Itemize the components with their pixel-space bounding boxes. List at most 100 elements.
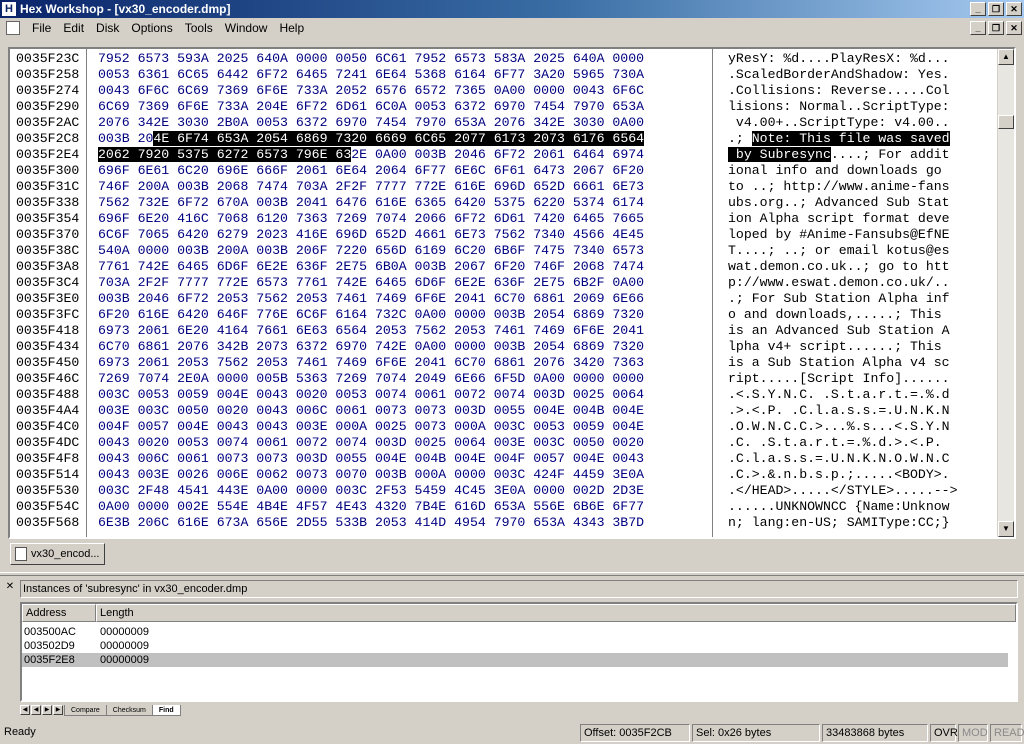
hex-row[interactable]: 0035F46C 7269 7074 2E0A 0000 005B 5363 72… [16,371,996,387]
row-hex-bytes[interactable]: 7562 732E 6F72 670A 003B 2041 6476 616E … [98,195,644,211]
hex-row[interactable]: 0035F2E4 2062 7920 5375 6272 6573 796E 63… [16,147,996,163]
row-hex-bytes[interactable]: 2062 7920 5375 6272 6573 796E 632E 0A00 … [98,147,644,163]
hex-row[interactable]: 0035F4C0 004F 0057 004E 0043 0043 003E 00… [16,419,996,435]
hex-row[interactable]: 0035F38C 540A 0000 003B 200A 003B 206F 72… [16,243,996,259]
hex-row[interactable]: 0035F3FC 6F20 616E 6420 646F 776E 6C6F 61… [16,307,996,323]
vertical-scrollbar[interactable]: ▲ ▼ [997,49,1014,537]
row-ascii[interactable]: .C. .S.t.a.r.t.=.%.d.>.<.P. [728,435,950,451]
doc-restore-button[interactable]: ❐ [988,21,1004,35]
hex-row[interactable]: 0035F450 6973 2061 2053 7562 2053 7461 74… [16,355,996,371]
hex-row[interactable]: 0035F300 696F 6E61 6C20 696E 666F 2061 6E… [16,163,996,179]
row-hex-bytes[interactable]: 6E3B 206C 616E 673A 656E 2D55 533B 2053 … [98,515,644,531]
hex-row[interactable]: 0035F4DC 0043 0020 0053 0074 0061 0072 00… [16,435,996,451]
doc-close-button[interactable]: ✕ [1006,21,1022,35]
hex-row[interactable]: 0035F3E0 003B 2046 6F72 2053 7562 2053 74… [16,291,996,307]
row-ascii[interactable]: loped by #Anime-Fansubs@EfNE [728,227,950,243]
hex-row[interactable]: 0035F418 6973 2061 6E20 4164 7661 6E63 65… [16,323,996,339]
hex-row[interactable]: 0035F338 7562 732E 6F72 670A 003B 2041 64… [16,195,996,211]
row-ascii[interactable]: yResY: %d....PlayResX: %d... [728,51,950,67]
row-hex-bytes[interactable]: 0043 0020 0053 0074 0061 0072 0074 003D … [98,435,644,451]
scroll-down-icon[interactable]: ▼ [998,521,1014,537]
result-row-selected[interactable]: 0035F2E8 00000009 [22,653,1008,667]
menu-disk[interactable]: Disk [90,18,125,38]
hex-row[interactable]: 0035F54C 0A00 0000 002E 554E 4B4E 4F57 4E… [16,499,996,515]
row-ascii[interactable]: is a Sub Station Alpha v4 sc [728,355,950,371]
row-hex-bytes[interactable]: 696F 6E20 416C 7068 6120 7363 7269 7074 … [98,211,644,227]
hex-row[interactable]: 0035F290 6C69 7369 6F6E 733A 204E 6F72 6D… [16,99,996,115]
close-pane-icon[interactable]: ✕ [4,582,16,594]
row-ascii[interactable]: lisions: Normal..ScriptType: [728,99,950,115]
title-bar[interactable]: H Hex Workshop - [vx30_encoder.dmp] _ ❐ … [0,0,1024,18]
column-length[interactable]: Length [96,604,1016,622]
row-hex-bytes[interactable]: 6F20 616E 6420 646F 776E 6C6F 6164 732C … [98,307,644,323]
hex-row[interactable]: 0035F434 6C70 6861 2076 342B 2073 6372 69… [16,339,996,355]
close-button[interactable]: ✕ [1006,2,1022,16]
hex-row[interactable]: 0035F488 003C 0053 0059 004E 0043 0020 00… [16,387,996,403]
hex-row[interactable]: 0035F3A8 7761 742E 6465 6D6F 6E2E 636F 2E… [16,259,996,275]
row-hex-bytes[interactable]: 003B 2046 6F72 2053 7562 2053 7461 7469 … [98,291,644,307]
row-ascii[interactable]: to ..; http://www.anime-fans [728,179,950,195]
row-hex-bytes[interactable]: 0043 6F6C 6C69 7369 6F6E 733A 2052 6576 … [98,83,644,99]
row-hex-bytes[interactable]: 746F 200A 003B 2068 7474 703A 2F2F 7777 … [98,179,644,195]
hex-row[interactable]: 0035F370 6C6F 7065 6420 6279 2023 416E 69… [16,227,996,243]
row-ascii[interactable]: ript.....[Script Info]...... [728,371,950,387]
row-hex-bytes[interactable]: 003C 2F48 4541 443E 0A00 0000 003C 2F53 … [98,483,644,499]
hex-row[interactable]: 0035F274 0043 6F6C 6C69 7369 6F6E 733A 20… [16,83,996,99]
row-hex-bytes[interactable]: 6C6F 7065 6420 6279 2023 416E 696D 652D … [98,227,644,243]
row-hex-bytes[interactable]: 6973 2061 6E20 4164 7661 6E63 6564 2053 … [98,323,644,339]
hex-row[interactable]: 0035F514 0043 003E 0026 006E 0062 0073 00… [16,467,996,483]
row-ascii[interactable]: o and downloads,.....; This [728,307,950,323]
row-ascii[interactable]: v4.00+..ScriptType: v4.00.. [728,115,950,131]
menu-edit[interactable]: Edit [57,18,90,38]
menu-window[interactable]: Window [219,18,274,38]
hex-row[interactable]: 0035F258 0053 6361 6C65 6442 6F72 6465 72… [16,67,996,83]
row-hex-bytes[interactable]: 696F 6E61 6C20 696E 666F 2061 6E64 2064 … [98,163,644,179]
row-ascii[interactable]: .</HEAD>.....</STYLE>.....--> [728,483,958,499]
row-hex-bytes[interactable]: 0043 003E 0026 006E 0062 0073 0070 003B … [98,467,644,483]
menu-help[interactable]: Help [273,18,310,38]
row-hex-bytes[interactable]: 7761 742E 6465 6D6F 6E2E 636F 2E75 6B0A … [98,259,644,275]
row-hex-bytes[interactable]: 6C70 6861 2076 342B 2073 6372 6970 742E … [98,339,644,355]
row-hex-bytes[interactable]: 0053 6361 6C65 6442 6F72 6465 7241 6E64 … [98,67,644,83]
document-icon[interactable] [6,21,20,35]
column-address[interactable]: Address [22,604,96,622]
row-ascii[interactable]: n; lang:en-US; SAMIType:CC;} [728,515,950,531]
row-hex-bytes[interactable]: 004F 0057 004E 0043 0043 003E 000A 0025 … [98,419,644,435]
row-ascii[interactable]: .C.l.a.s.s.=.U.N.K.N.O.W.N.C [728,451,950,467]
hex-row[interactable]: 0035F568 6E3B 206C 616E 673A 656E 2D55 53… [16,515,996,531]
row-hex-bytes[interactable]: 7952 6573 593A 2025 640A 0000 0050 6C61 … [98,51,644,67]
row-ascii[interactable]: .; For Sub Station Alpha inf [728,291,950,307]
hex-row[interactable]: 0035F354 696F 6E20 416C 7068 6120 7363 72… [16,211,996,227]
row-ascii[interactable]: ional info and downloads go [728,163,950,179]
tab-find[interactable]: Find [151,704,181,716]
hex-row[interactable]: 0035F31C 746F 200A 003B 2068 7474 703A 2F… [16,179,996,195]
result-row[interactable]: 003502D9 00000009 [22,639,1008,653]
next-tab-icon[interactable]: ▶ [42,705,52,715]
doc-minimize-button[interactable]: _ [970,21,986,35]
row-hex-bytes[interactable]: 003E 003C 0050 0020 0043 006C 0061 0073 … [98,403,644,419]
hex-row[interactable]: 0035F3C4 703A 2F2F 7777 772E 6573 7761 74… [16,275,996,291]
hex-row[interactable]: 0035F4A4 003E 003C 0050 0020 0043 006C 00… [16,403,996,419]
row-ascii[interactable]: .; Note: This file was saved [728,131,950,147]
row-hex-bytes[interactable]: 703A 2F2F 7777 772E 6573 7761 742E 6465 … [98,275,644,291]
row-ascii[interactable]: ......UNKNOWNCC {Name:Unknow [728,499,950,515]
pane-splitter[interactable] [0,572,1024,576]
hex-row[interactable]: 0035F530 003C 2F48 4541 443E 0A00 0000 00… [16,483,996,499]
row-hex-bytes[interactable]: 2076 342E 3030 2B0A 0053 6372 6970 7454 … [98,115,644,131]
menu-options[interactable]: Options [125,18,178,38]
tab-compare[interactable]: Compare [64,704,107,716]
results-list[interactable]: Address Length 003500AC 00000009 003502D… [20,602,1018,702]
prev-tab-icon[interactable]: ◀ [31,705,41,715]
row-hex-bytes[interactable]: 6973 2061 2053 7562 2053 7461 7469 6F6E … [98,355,644,371]
row-ascii[interactable]: ubs.org..; Advanced Sub Stat [728,195,950,211]
row-ascii[interactable]: .ScaledBorderAndShadow: Yes. [728,67,950,83]
row-ascii[interactable]: .C.>.&.n.b.s.p.;.....<BODY>. [728,467,950,483]
row-ascii[interactable]: p://www.eswat.demon.co.uk/.. [728,275,950,291]
result-row[interactable]: 003500AC 00000009 [22,625,1008,639]
scroll-up-icon[interactable]: ▲ [998,49,1014,65]
scroll-thumb[interactable] [998,115,1014,129]
document-tab[interactable]: vx30_encod... [10,543,105,565]
row-ascii[interactable]: ion Alpha script format deve [728,211,950,227]
row-hex-bytes[interactable]: 6C69 7369 6F6E 733A 204E 6F72 6D61 6C0A … [98,99,644,115]
hex-row[interactable]: 0035F2AC 2076 342E 3030 2B0A 0053 6372 69… [16,115,996,131]
